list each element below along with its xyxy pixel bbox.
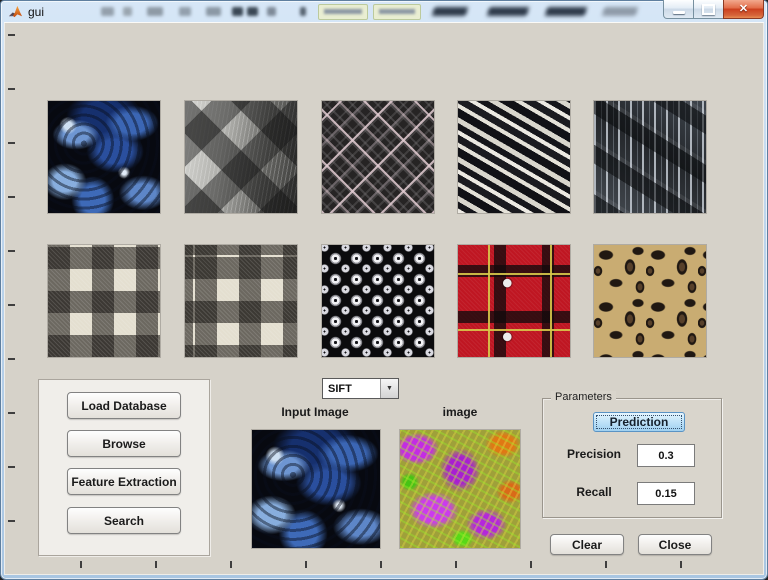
window-title: gui xyxy=(28,5,45,19)
close-figure-button[interactable]: Close xyxy=(638,534,712,555)
browse-button[interactable]: Browse xyxy=(67,430,181,457)
axis-tick-left xyxy=(8,520,15,522)
texture-thumbnail-6 xyxy=(48,245,160,357)
close-button[interactable]: ✕ xyxy=(723,0,764,19)
maximize-icon xyxy=(702,3,715,15)
blurred-icon xyxy=(300,7,306,16)
minimize-button[interactable] xyxy=(663,0,694,19)
blurred-label xyxy=(544,7,588,16)
blurred-icon xyxy=(147,7,163,16)
input-image xyxy=(252,430,380,548)
blurred-label xyxy=(431,7,469,16)
matlab-gui-window: gui ✕ Load Database Browse Feature Extra… xyxy=(0,0,768,580)
axis-tick-bottom xyxy=(530,561,532,568)
texture-thumbnail-5 xyxy=(594,101,706,213)
axis-tick-left xyxy=(8,142,15,144)
axis-tick-left xyxy=(8,304,15,306)
precision-field[interactable] xyxy=(637,444,695,467)
blurred-label xyxy=(486,7,530,16)
texture-thumbnail-7 xyxy=(185,245,297,357)
blurred-icon xyxy=(123,7,132,16)
axis-tick-left xyxy=(8,196,15,198)
axis-tick-left xyxy=(8,250,15,252)
feature-extraction-button[interactable]: Feature Extraction xyxy=(67,468,181,495)
dropdown-selected-value: SIFT xyxy=(328,383,352,395)
axis-tick-bottom xyxy=(455,561,457,568)
blurred-icon xyxy=(232,7,243,16)
feature-image-label: image xyxy=(442,405,478,419)
blurred-icon xyxy=(179,7,191,16)
chevron-down-icon[interactable]: ▼ xyxy=(380,379,398,398)
load-database-button[interactable]: Load Database xyxy=(67,392,181,419)
blurred-icon xyxy=(101,7,114,16)
matlab-logo-icon xyxy=(8,4,23,19)
axis-tick-left xyxy=(8,34,15,36)
prediction-button[interactable]: Prediction xyxy=(593,412,685,432)
blurred-icon xyxy=(247,7,258,16)
axis-tick-bottom xyxy=(605,561,607,568)
axis-tick-left xyxy=(8,466,15,468)
texture-thumbnail-3 xyxy=(322,101,434,213)
parameters-panel-title: Parameters xyxy=(551,391,616,403)
axis-tick-left xyxy=(8,358,15,360)
recall-label: Recall xyxy=(576,485,612,499)
axis-tick-bottom xyxy=(680,561,682,568)
texture-thumbnail-2 xyxy=(185,101,297,213)
database-panel: Load Database Browse Feature Extraction … xyxy=(38,379,210,556)
parameters-panel: Parameters Prediction Precision Recall xyxy=(542,391,722,518)
feature-image xyxy=(400,430,520,548)
blurred-field xyxy=(318,4,368,20)
figure-canvas: Load Database Browse Feature Extraction … xyxy=(4,22,764,575)
axis-tick-bottom xyxy=(305,561,307,568)
blurred-label xyxy=(601,7,639,16)
texture-thumbnail-9 xyxy=(458,245,570,357)
axis-tick-bottom xyxy=(380,561,382,568)
texture-thumbnail-10 xyxy=(594,245,706,357)
axis-tick-left xyxy=(8,88,15,90)
blurred-icon xyxy=(267,7,276,16)
precision-label: Precision xyxy=(566,447,622,461)
maximize-button[interactable] xyxy=(694,0,723,19)
texture-thumbnail-8 xyxy=(322,245,434,357)
axis-tick-bottom xyxy=(230,561,232,568)
window-controls: ✕ xyxy=(663,0,764,19)
clear-button[interactable]: Clear xyxy=(550,534,624,555)
minimize-icon xyxy=(672,10,685,14)
axis-tick-bottom xyxy=(80,561,82,568)
recall-field[interactable] xyxy=(637,482,695,505)
blurred-field xyxy=(373,4,421,20)
close-icon: ✕ xyxy=(738,2,749,15)
search-button[interactable]: Search xyxy=(67,507,181,534)
axis-tick-bottom xyxy=(155,561,157,568)
axis-tick-left xyxy=(8,412,15,414)
blurred-icon xyxy=(206,7,221,16)
titlebar[interactable]: gui ✕ xyxy=(1,0,767,22)
texture-thumbnail-1 xyxy=(48,101,160,213)
feature-method-dropdown[interactable]: SIFT ▼ xyxy=(322,378,399,399)
texture-thumbnail-4 xyxy=(458,101,570,213)
